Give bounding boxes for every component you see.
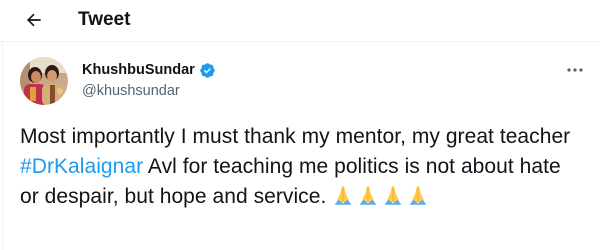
avatar-photo: [20, 57, 68, 105]
folded-hands-emoji: [384, 186, 402, 205]
back-button[interactable]: [22, 8, 46, 32]
emoji-group: [332, 185, 432, 208]
folded-hands-emoji: [334, 186, 352, 205]
tweet-text: Most importantly I must thank my mentor,…: [20, 122, 580, 212]
folded-hands-emoji: [409, 186, 427, 205]
tweet-page: Tweet KhushbuSundar @khushsundar Most im…: [0, 0, 600, 250]
author-name-row: KhushbuSundar: [82, 61, 216, 79]
hashtag-link[interactable]: #DrKalaignar: [20, 155, 143, 178]
column-border: [2, 42, 3, 250]
more-options-button[interactable]: [565, 62, 585, 78]
folded-hands-emoji: [359, 186, 377, 205]
author-display-name[interactable]: KhushbuSundar: [82, 61, 195, 79]
author-handle[interactable]: @khushsundar: [82, 82, 180, 100]
page-header: Tweet: [0, 0, 600, 40]
more-horizontal-icon: [567, 68, 583, 72]
verified-badge-icon: [199, 62, 216, 79]
avatar[interactable]: [20, 57, 68, 105]
tweet-text-part1: Most importantly I must thank my mentor,…: [20, 125, 571, 148]
header-divider: [0, 41, 600, 42]
page-title: Tweet: [78, 9, 131, 30]
arrow-left-icon: [27, 13, 41, 27]
